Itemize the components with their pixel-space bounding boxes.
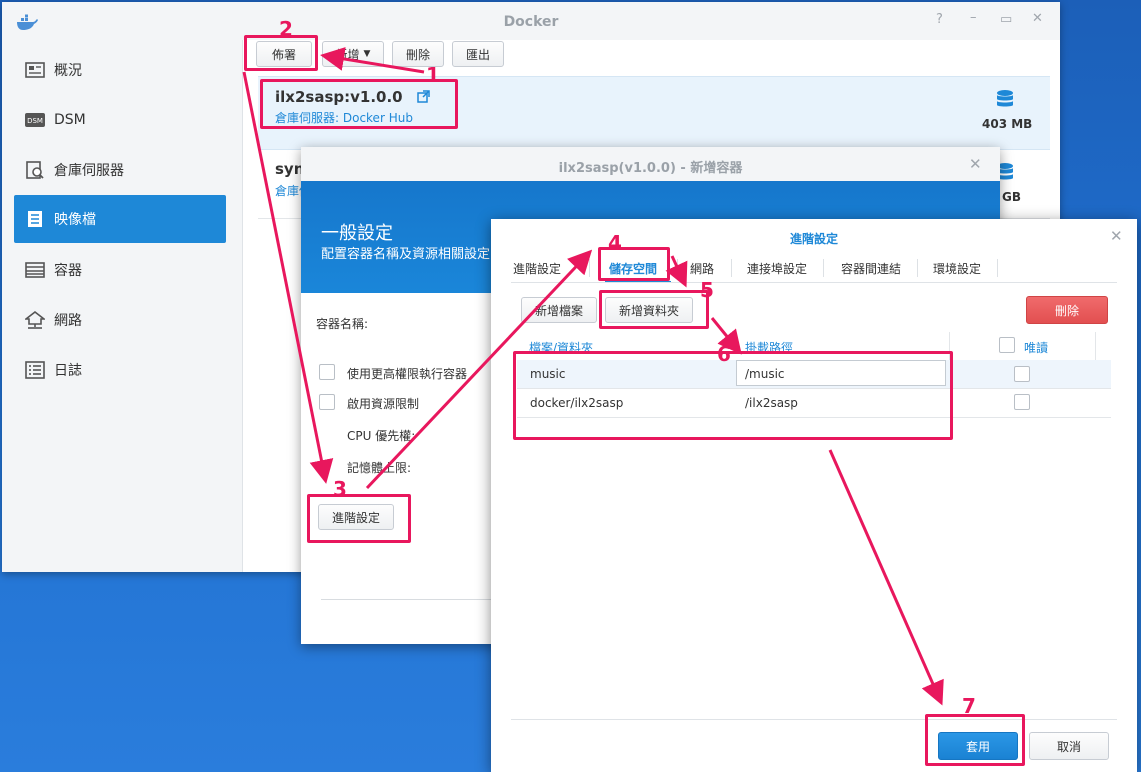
annotation-arrows xyxy=(242,47,944,706)
